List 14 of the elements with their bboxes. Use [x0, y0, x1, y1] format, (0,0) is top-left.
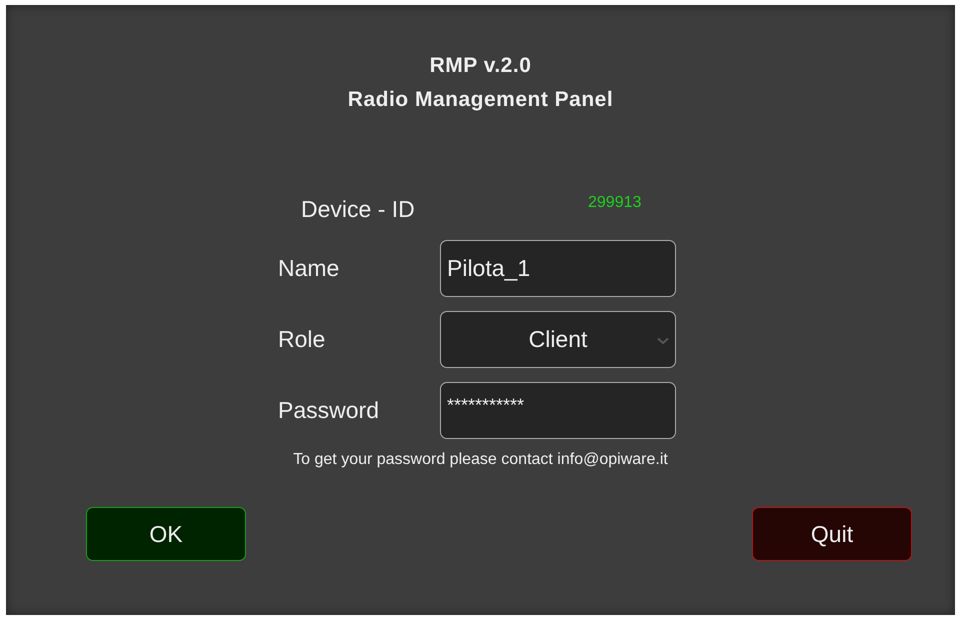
app-subtitle: Radio Management Panel [348, 87, 614, 113]
quit-button[interactable]: Quit [752, 507, 912, 561]
chevron-down-icon [657, 337, 669, 345]
field-label: Password [278, 397, 380, 424]
role-dropdown[interactable]: Client [440, 311, 676, 368]
device-id-label: Device - ID [301, 195, 416, 224]
ok-button[interactable]: OK [86, 507, 246, 561]
password-hint: To get your password please contact info@opiware.it [292, 451, 669, 469]
field-label: Name [278, 255, 340, 282]
device-id-value: 299913 [588, 193, 642, 213]
app-title: RMP v.2.0 [430, 53, 532, 79]
field-label: Role [278, 326, 326, 353]
name-field[interactable]: Pilota_1 [440, 240, 676, 297]
password-field[interactable]: *********** [440, 382, 676, 439]
